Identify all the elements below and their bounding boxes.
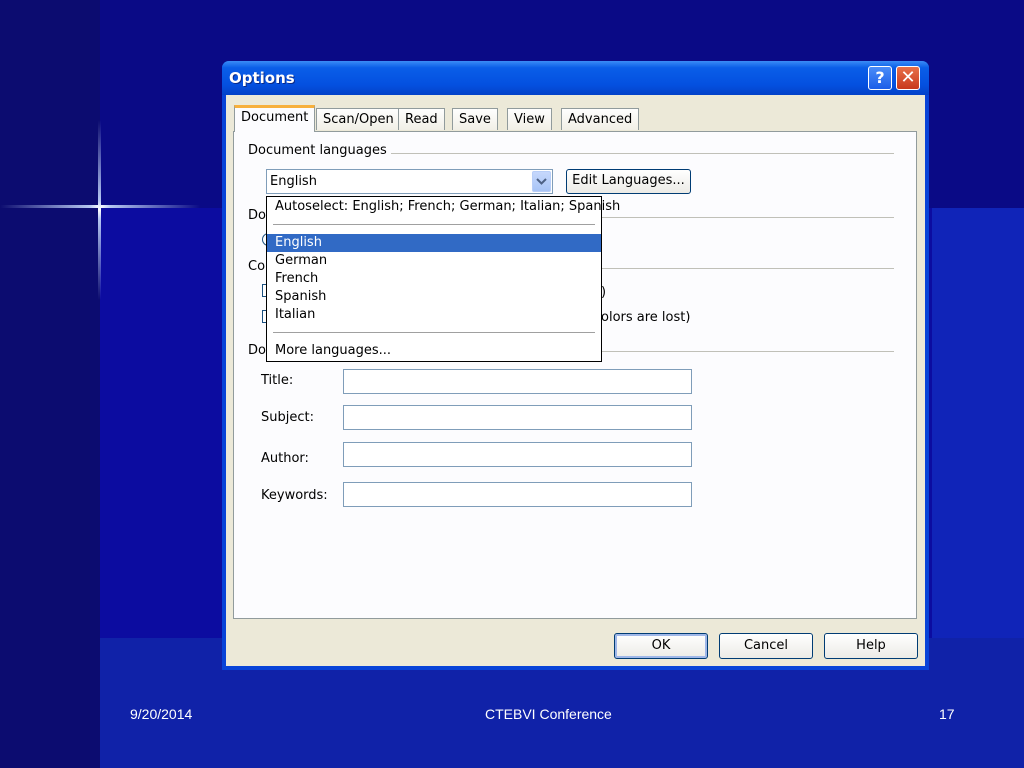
tab-advanced[interactable]: Advanced	[561, 108, 640, 130]
sparkle-decoration-vertical	[98, 120, 101, 300]
language-combo-value: English	[270, 174, 317, 189]
dropdown-item-autoselect[interactable]: Autoselect: English; French; German; Ita…	[267, 198, 620, 216]
chevron-down-icon[interactable]	[532, 171, 551, 192]
dropdown-item-french[interactable]: French	[267, 270, 601, 288]
dropdown-separator	[273, 332, 595, 333]
dropdown-item-english[interactable]: English	[267, 234, 601, 252]
close-icon[interactable]: ✕	[896, 66, 920, 90]
title-label: Title:	[261, 373, 294, 388]
tab-panel-document: Document languages English Edit Language…	[233, 131, 917, 619]
tab-read[interactable]: Read	[398, 108, 445, 130]
tab-scan-open[interactable]: Scan/Open	[316, 108, 401, 130]
keywords-field[interactable]	[343, 482, 692, 507]
dropdown-item-spanish[interactable]: Spanish	[267, 288, 601, 306]
dropdown-item-more-languages[interactable]: More languages...	[267, 342, 601, 360]
help-icon[interactable]: ?	[868, 66, 892, 90]
tab-view[interactable]: View	[507, 108, 552, 130]
author-label: Author:	[261, 451, 309, 466]
title-field[interactable]	[343, 369, 692, 394]
language-dropdown-list: Autoselect: English; French; German; Ita…	[266, 196, 620, 362]
ok-button[interactable]: OK	[614, 633, 708, 659]
language-combo[interactable]: English	[266, 169, 553, 194]
subject-label: Subject:	[261, 410, 314, 425]
dropdown-separator	[273, 224, 595, 225]
tab-save[interactable]: Save	[452, 108, 498, 130]
group4-label: Do	[248, 343, 266, 358]
dialog-client-area: Document Scan/Open Read Save View Advanc…	[226, 95, 925, 666]
footer-title: CTEBVI Conference	[485, 706, 612, 722]
options-dialog: Options ? ✕ Document Scan/Open Read Save…	[222, 61, 929, 670]
dropdown-item-italian[interactable]: Italian	[267, 306, 601, 324]
document-languages-label: Document languages	[248, 143, 391, 158]
group-divider	[594, 217, 894, 218]
title-bar[interactable]: Options ? ✕	[222, 61, 929, 95]
keywords-label: Keywords:	[261, 488, 328, 503]
slide-background-right	[932, 208, 1024, 638]
author-field[interactable]	[343, 442, 692, 467]
group3-label: Co	[248, 259, 266, 274]
partial-text: olors are lost)	[601, 310, 691, 325]
subject-field[interactable]	[343, 405, 692, 430]
group-divider	[384, 153, 894, 154]
group-divider	[594, 268, 894, 269]
group2-label: Do	[248, 208, 266, 223]
slide-background-left	[0, 0, 100, 768]
dialog-title: Options	[229, 69, 295, 87]
dropdown-item-german[interactable]: German	[267, 252, 601, 270]
tab-document[interactable]: Document	[234, 105, 316, 132]
slide-number: 17	[939, 706, 955, 722]
help-button[interactable]: Help	[824, 633, 918, 659]
footer-date: 9/20/2014	[130, 706, 193, 722]
edit-languages-button[interactable]: Edit Languages...	[566, 169, 691, 194]
cancel-button[interactable]: Cancel	[719, 633, 813, 659]
group-divider	[594, 351, 894, 352]
